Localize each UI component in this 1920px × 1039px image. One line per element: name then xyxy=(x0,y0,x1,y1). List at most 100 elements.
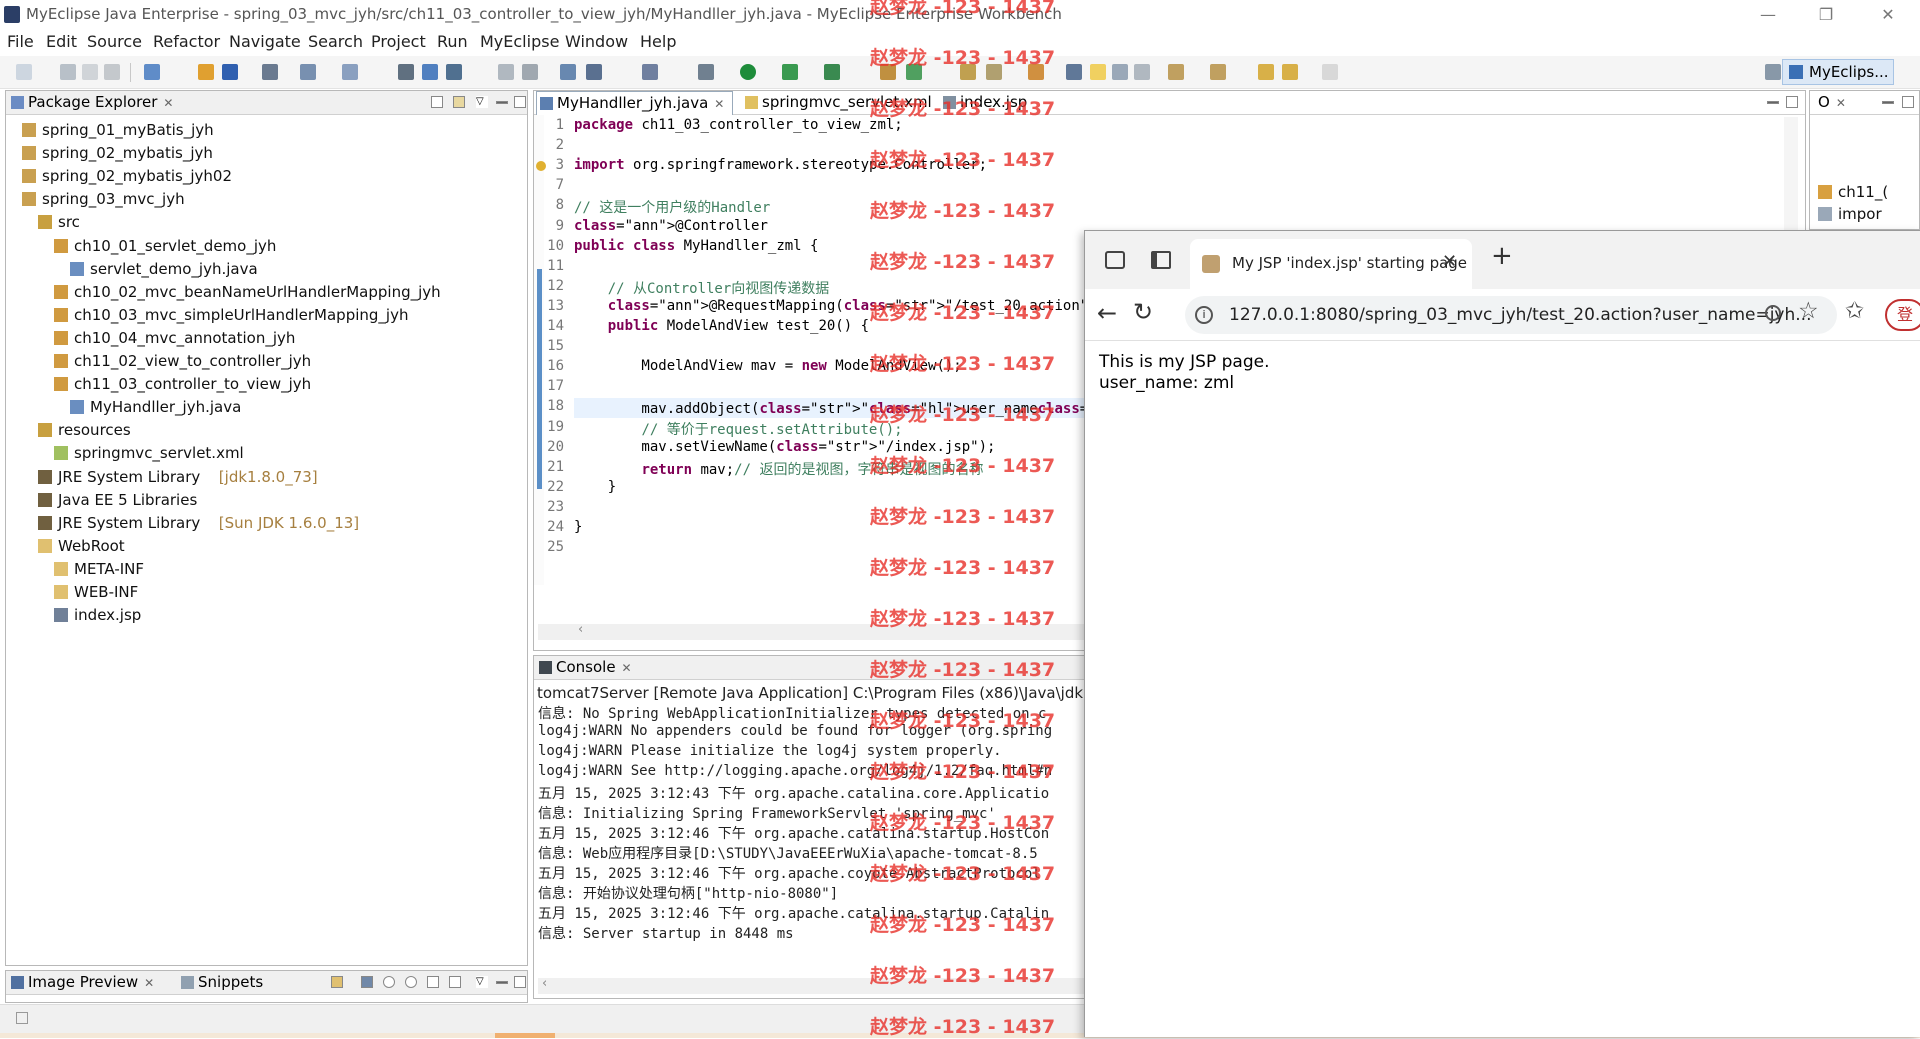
new-icon[interactable] xyxy=(16,64,32,80)
refresh-icon[interactable] xyxy=(906,64,922,80)
zoom-out-icon[interactable] xyxy=(383,976,395,988)
minimize-icon[interactable]: — xyxy=(1754,4,1782,26)
package-icon[interactable] xyxy=(198,64,214,80)
refresh-preview-icon[interactable] xyxy=(331,976,343,988)
perspective-myeclipse-button[interactable]: MyEclips... xyxy=(1782,59,1894,85)
tools-icon[interactable] xyxy=(422,64,438,80)
tab-outline[interactable]: O ✕ xyxy=(1812,91,1846,115)
tab-springmvc-servlet-xml[interactable]: springmvc_servlet.xml xyxy=(742,91,932,115)
menu-window[interactable]: Window xyxy=(565,32,628,51)
last-edit-icon[interactable] xyxy=(1258,64,1274,80)
fit-icon[interactable] xyxy=(449,976,461,988)
highlight-icon[interactable] xyxy=(1090,64,1106,80)
collapse-all-icon[interactable] xyxy=(431,96,443,108)
actual-size-icon[interactable] xyxy=(427,976,439,988)
code-line: } xyxy=(574,519,583,535)
close-icon[interactable]: ✕ xyxy=(1836,96,1846,110)
debug-icon[interactable] xyxy=(698,64,714,80)
favorite-star-icon[interactable]: ☆ xyxy=(1798,298,1819,324)
tab-image-preview[interactable]: Image Preview ✕ xyxy=(8,971,154,995)
new-tab-icon[interactable]: + xyxy=(1491,241,1513,271)
zoom-in-icon[interactable] xyxy=(405,976,417,988)
browser-tab[interactable]: My JSP 'index.jsp' starting page ✕ xyxy=(1190,239,1472,289)
print-icon[interactable] xyxy=(104,64,120,80)
open-folder-icon[interactable] xyxy=(960,64,976,80)
deploy-icon[interactable] xyxy=(222,64,238,80)
url-input[interactable]: i 127.0.0.1:8080/spring_03_mvc_jyh/test_… xyxy=(1185,296,1837,334)
menu-help[interactable]: Help xyxy=(640,32,676,51)
open-perspective-icon[interactable] xyxy=(1765,64,1781,80)
redo-icon[interactable] xyxy=(522,64,538,80)
browser-icon[interactable] xyxy=(398,64,414,80)
wizard-icon[interactable] xyxy=(300,64,316,80)
image-icon[interactable] xyxy=(361,976,373,988)
menu-refactor[interactable]: Refactor xyxy=(153,32,220,51)
monitor-icon[interactable] xyxy=(642,64,658,80)
menu-file[interactable]: File xyxy=(7,32,34,51)
save-all-icon[interactable] xyxy=(82,64,98,80)
minimize-view-icon[interactable] xyxy=(1882,101,1894,104)
run-config-icon[interactable] xyxy=(560,64,576,80)
image-icon[interactable] xyxy=(586,64,602,80)
menu-navigate[interactable]: Navigate xyxy=(229,32,301,51)
close-icon[interactable]: ✕ xyxy=(163,96,173,110)
maximize-view-icon[interactable] xyxy=(514,96,526,108)
workspaces-icon[interactable] xyxy=(1105,251,1125,269)
back-icon[interactable]: ← xyxy=(1097,299,1117,327)
tab-console[interactable]: Console ✕ xyxy=(536,656,632,680)
maximize-view-icon[interactable] xyxy=(1902,96,1914,108)
close-icon[interactable]: ✕ xyxy=(622,661,632,675)
menu-run[interactable]: Run xyxy=(437,32,468,51)
view-menu-icon[interactable]: ▽ xyxy=(476,976,488,988)
tab-myhandller-java[interactable]: MyHandller_jyh.java ✕ xyxy=(536,91,734,115)
minimize-editor-icon[interactable] xyxy=(1767,101,1779,104)
undo-icon[interactable] xyxy=(498,64,514,80)
view-menu-icon[interactable]: ▽ xyxy=(476,96,488,108)
tab-index-jsp[interactable]: index.jsp xyxy=(940,91,1027,115)
edit-icon[interactable] xyxy=(986,64,1002,80)
reload-icon[interactable]: ↻ xyxy=(1133,298,1153,326)
forward-icon[interactable] xyxy=(1322,64,1338,80)
annotation-icon[interactable] xyxy=(1066,64,1082,80)
console-horizontal-scrollbar[interactable]: ‹ xyxy=(538,976,1094,994)
login-button[interactable]: 登 xyxy=(1885,299,1920,331)
search-icon[interactable] xyxy=(1765,305,1781,321)
run-icon[interactable] xyxy=(740,64,756,80)
server-icon[interactable] xyxy=(262,64,278,80)
whitespace-icon[interactable] xyxy=(1134,64,1150,80)
fast-view-icon[interactable] xyxy=(16,1012,28,1024)
favorites-icon[interactable]: ✩ xyxy=(1845,298,1864,324)
tab-snippets[interactable]: Snippets xyxy=(178,971,263,995)
maximize-editor-icon[interactable] xyxy=(1786,96,1798,108)
globe-icon[interactable] xyxy=(446,64,462,80)
save-icon[interactable] xyxy=(60,64,76,80)
menu-project[interactable]: Project xyxy=(371,32,426,51)
back-icon[interactable] xyxy=(1282,64,1298,80)
coverage-icon[interactable] xyxy=(824,64,840,80)
line-number: 9 xyxy=(555,217,564,234)
close-icon[interactable]: ✕ xyxy=(144,976,154,990)
close-window-icon[interactable]: ✕ xyxy=(1874,4,1902,26)
task-icon[interactable] xyxy=(1028,64,1044,80)
open-type-icon[interactable] xyxy=(342,64,358,80)
menu-source[interactable]: Source xyxy=(87,32,142,51)
new-web-project-icon[interactable] xyxy=(144,64,160,80)
minimize-view-icon[interactable] xyxy=(496,981,508,984)
link-editor-icon[interactable] xyxy=(453,96,465,108)
close-tab-icon[interactable]: ✕ xyxy=(1442,251,1457,272)
close-tab-icon[interactable]: ✕ xyxy=(714,97,724,111)
vertical-tabs-icon[interactable] xyxy=(1151,251,1171,269)
menu-myeclipse[interactable]: MyEclipse xyxy=(480,32,559,51)
menu-search[interactable]: Search xyxy=(308,32,363,51)
tab-package-explorer[interactable]: Package Explorer ✕ xyxy=(8,91,173,115)
run-external-icon[interactable] xyxy=(782,64,798,80)
site-info-icon[interactable]: i xyxy=(1195,306,1213,324)
block-select-icon[interactable] xyxy=(1112,64,1128,80)
menu-edit[interactable]: Edit xyxy=(46,32,77,51)
minimize-view-icon[interactable] xyxy=(496,101,508,104)
restore-icon[interactable]: ❐ xyxy=(1812,4,1840,26)
hierarchy-icon[interactable] xyxy=(880,64,896,80)
next-annotation-icon[interactable] xyxy=(1168,64,1184,80)
maximize-view-icon[interactable] xyxy=(514,976,526,988)
prev-annotation-icon[interactable] xyxy=(1210,64,1226,80)
